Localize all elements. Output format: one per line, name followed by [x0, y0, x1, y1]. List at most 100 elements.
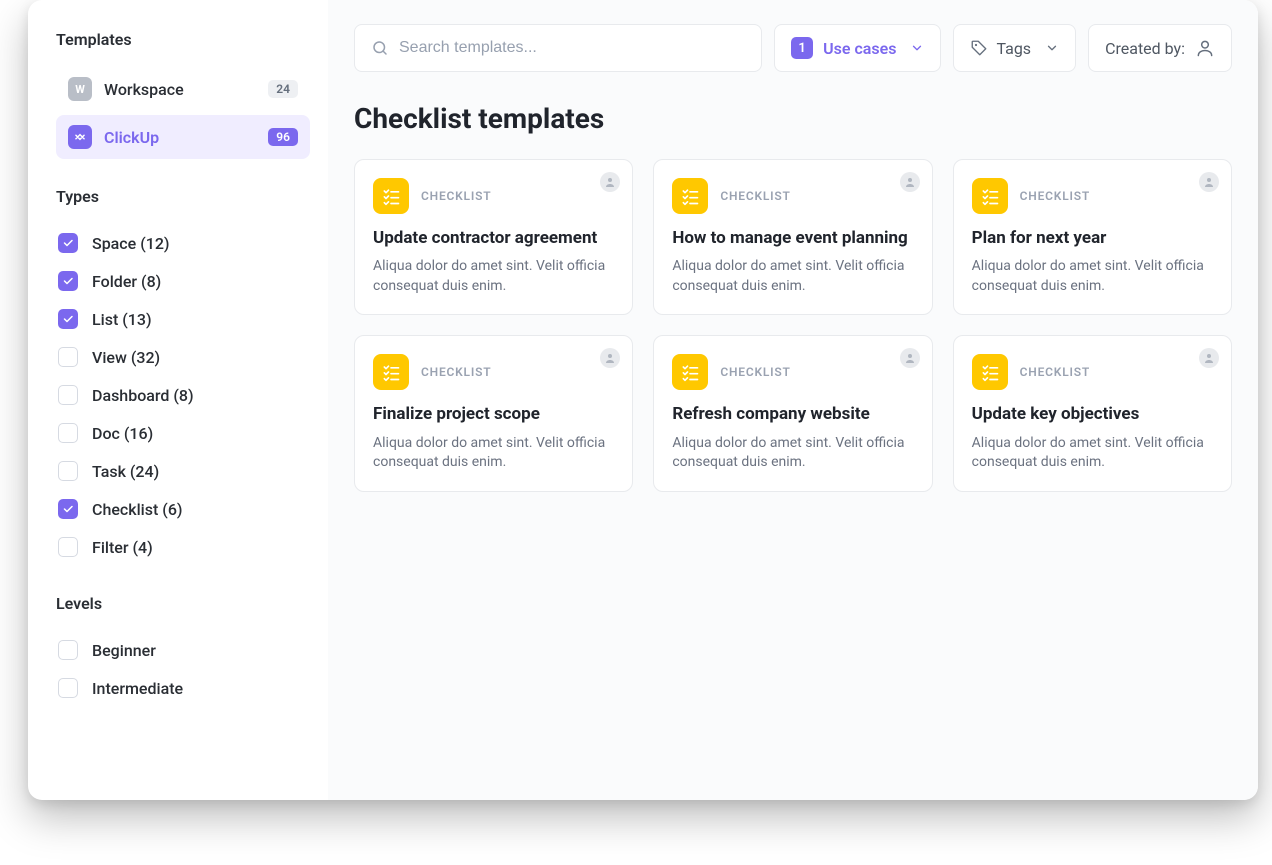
- use-cases-filter[interactable]: 1 Use cases: [774, 24, 941, 72]
- type-label: Space (12): [92, 234, 170, 253]
- template-card[interactable]: CHECKLIST Finalize project scope Aliqua do…: [354, 335, 633, 491]
- card-title: Refresh company website: [672, 404, 913, 425]
- type-item[interactable]: Space (12): [56, 224, 310, 262]
- tags-filter[interactable]: Tags: [953, 24, 1076, 72]
- type-label: View (32): [92, 348, 160, 367]
- type-item[interactable]: Checklist (6): [56, 490, 310, 528]
- workspace-icon: W: [68, 77, 92, 101]
- card-description: Aliqua dolor do amet sint. Velit officia…: [672, 257, 913, 296]
- level-item[interactable]: Intermediate: [56, 669, 310, 707]
- type-item[interactable]: Dashboard (8): [56, 376, 310, 414]
- card-description: Aliqua dolor do amet sint. Velit officia…: [373, 434, 614, 473]
- created-by-label: Created by:: [1105, 39, 1185, 58]
- author-avatar: [600, 348, 620, 368]
- levels-list: Beginner Intermediate: [56, 631, 310, 707]
- sidebar-title: Templates: [56, 30, 310, 49]
- source-count: 96: [268, 128, 298, 146]
- card-description: Aliqua dolor do amet sint. Velit officia…: [373, 257, 614, 296]
- checklist-icon: [373, 178, 409, 214]
- type-item[interactable]: View (32): [56, 338, 310, 376]
- card-type-label: CHECKLIST: [720, 189, 790, 203]
- card-type-label: CHECKLIST: [1020, 189, 1090, 203]
- source-count: 24: [268, 80, 298, 98]
- card-description: Aliqua dolor do amet sint. Velit officia…: [672, 434, 913, 473]
- checkbox[interactable]: [58, 347, 78, 367]
- card-title: Update key objectives: [972, 404, 1213, 425]
- clickup-icon: [68, 125, 92, 149]
- type-label: List (13): [92, 310, 152, 329]
- checklist-icon: [972, 354, 1008, 390]
- type-item[interactable]: Filter (4): [56, 528, 310, 566]
- type-label: Checklist (6): [92, 500, 183, 519]
- level-label: Beginner: [92, 641, 156, 660]
- use-cases-count-badge: 1: [791, 37, 813, 59]
- types-title: Types: [56, 187, 310, 206]
- checklist-icon: [373, 354, 409, 390]
- checkbox[interactable]: [58, 640, 78, 660]
- checklist-icon: [972, 178, 1008, 214]
- source-workspace[interactable]: W Workspace 24: [56, 67, 310, 111]
- type-item[interactable]: Doc (16): [56, 414, 310, 452]
- checklist-icon: [672, 178, 708, 214]
- source-list: W Workspace 24 ClickUp 96: [56, 67, 310, 159]
- type-item[interactable]: List (13): [56, 300, 310, 338]
- chevron-down-icon: [1045, 41, 1059, 55]
- card-title: Update contractor agreement: [373, 228, 614, 249]
- card-type-label: CHECKLIST: [1020, 365, 1090, 379]
- author-avatar: [900, 172, 920, 192]
- checkbox[interactable]: [58, 309, 78, 329]
- card-type-label: CHECKLIST: [421, 365, 491, 379]
- type-item[interactable]: Task (24): [56, 452, 310, 490]
- card-header: CHECKLIST: [373, 178, 614, 214]
- source-label: ClickUp: [104, 128, 268, 147]
- template-card[interactable]: CHECKLIST Refresh company website Aliqua d…: [653, 335, 932, 491]
- type-label: Folder (8): [92, 272, 161, 291]
- card-title: Finalize project scope: [373, 404, 614, 425]
- card-description: Aliqua dolor do amet sint. Velit officia…: [972, 434, 1213, 473]
- created-by-filter[interactable]: Created by:: [1088, 24, 1232, 72]
- author-avatar: [1199, 172, 1219, 192]
- card-header: CHECKLIST: [972, 354, 1213, 390]
- checkbox[interactable]: [58, 233, 78, 253]
- author-avatar: [600, 172, 620, 192]
- author-avatar: [900, 348, 920, 368]
- level-item[interactable]: Beginner: [56, 631, 310, 669]
- card-type-label: CHECKLIST: [720, 365, 790, 379]
- checkbox[interactable]: [58, 537, 78, 557]
- card-header: CHECKLIST: [672, 354, 913, 390]
- level-label: Intermediate: [92, 679, 183, 698]
- template-card[interactable]: CHECKLIST Update contractor agreement Aliq…: [354, 159, 633, 315]
- person-icon: [1195, 38, 1215, 58]
- checkbox[interactable]: [58, 423, 78, 443]
- types-list: Space (12) Folder (8) List (13) View (32) Da…: [56, 224, 310, 566]
- type-label: Task (24): [92, 462, 159, 481]
- search-input-wrapper[interactable]: [354, 24, 762, 72]
- checkbox[interactable]: [58, 678, 78, 698]
- template-card[interactable]: CHECKLIST How to manage event planning Ali…: [653, 159, 932, 315]
- use-cases-label: Use cases: [823, 39, 896, 58]
- template-card[interactable]: CHECKLISTPlan for next yearAliqua dolor …: [953, 159, 1232, 315]
- type-label: Doc (16): [92, 424, 153, 443]
- search-icon: [371, 39, 389, 57]
- author-avatar: [1199, 348, 1219, 368]
- search-input[interactable]: [399, 39, 745, 57]
- source-clickup[interactable]: ClickUp 96: [56, 115, 310, 159]
- tags-label: Tags: [996, 39, 1031, 58]
- page-title: Checklist templates: [354, 102, 1232, 135]
- source-label: Workspace: [104, 80, 268, 99]
- checkbox[interactable]: [58, 461, 78, 481]
- card-description: Aliqua dolor do amet sint. Velit officia…: [972, 257, 1213, 296]
- checklist-icon: [672, 354, 708, 390]
- card-type-label: CHECKLIST: [421, 189, 491, 203]
- checkbox[interactable]: [58, 271, 78, 291]
- card-title: How to manage event planning: [672, 228, 913, 249]
- type-item[interactable]: Folder (8): [56, 262, 310, 300]
- card-header: CHECKLIST: [972, 178, 1213, 214]
- checkbox[interactable]: [58, 385, 78, 405]
- card-header: CHECKLIST: [672, 178, 913, 214]
- type-label: Filter (4): [92, 538, 153, 557]
- chevron-down-icon: [910, 41, 924, 55]
- template-card[interactable]: CHECKLIST Update key objectives Aliqua dol…: [953, 335, 1232, 491]
- checkbox[interactable]: [58, 499, 78, 519]
- levels-title: Levels: [56, 594, 310, 613]
